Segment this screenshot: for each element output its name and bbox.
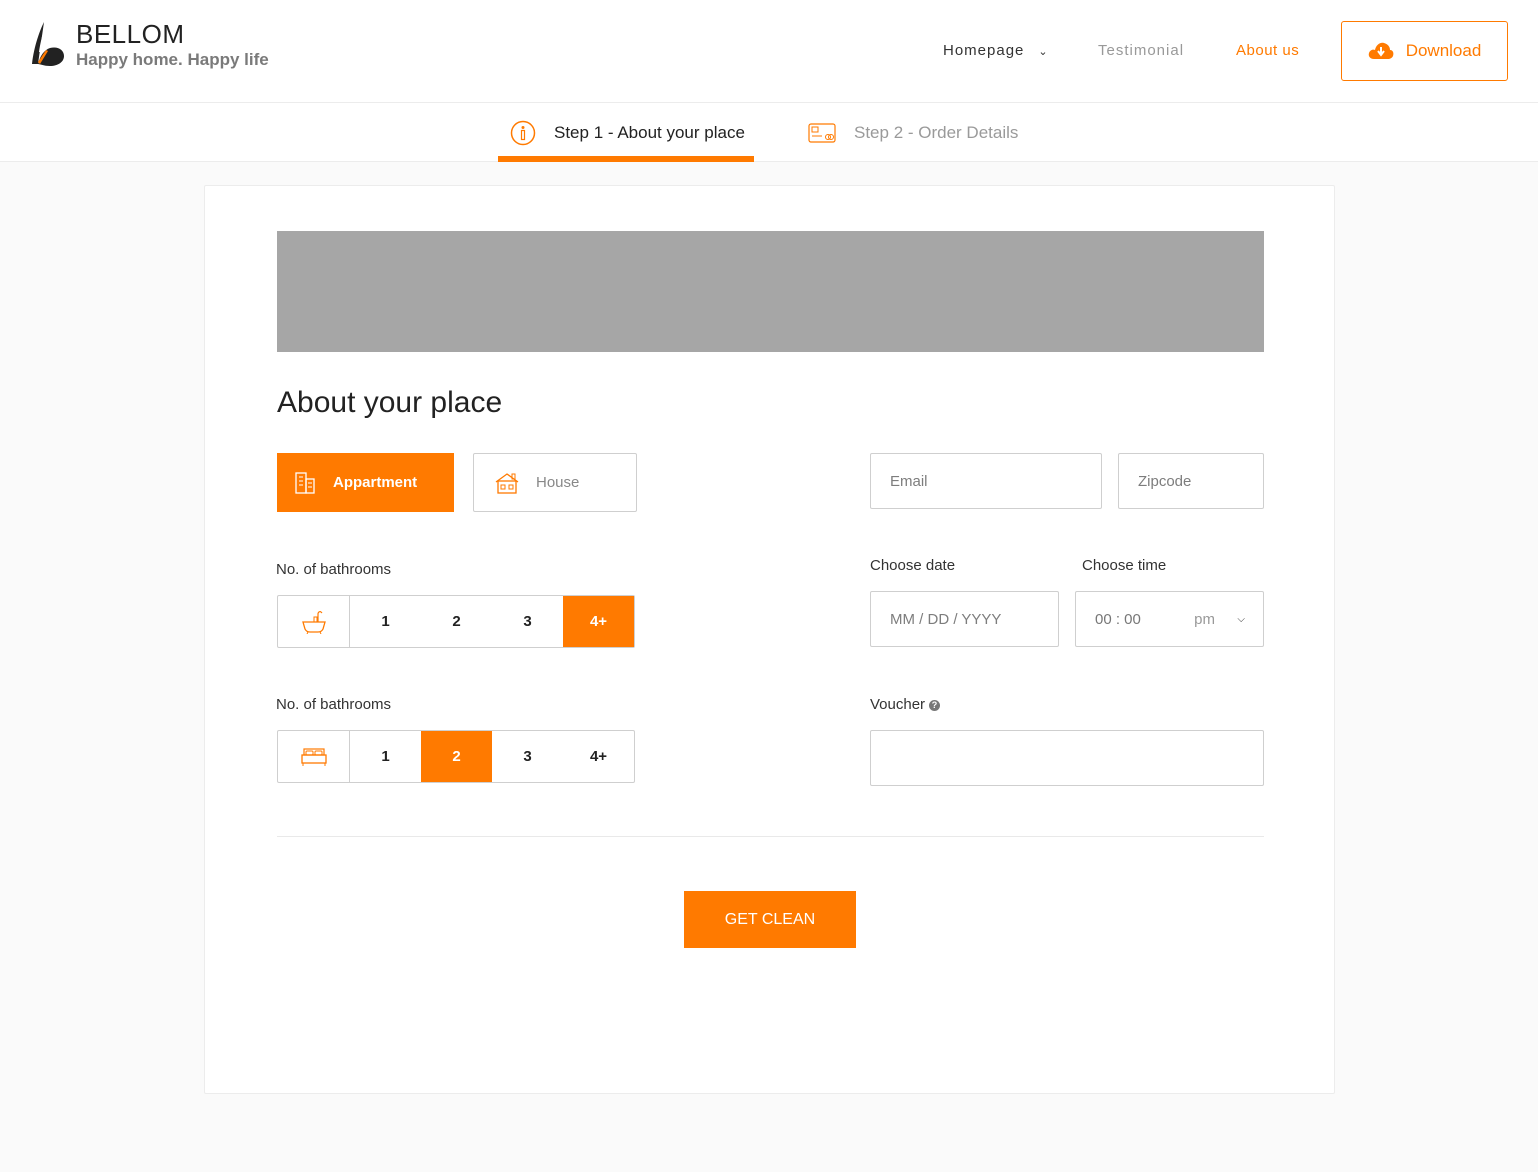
step-2-label: Step 2 - Order Details	[854, 122, 1019, 142]
page-title: About your place	[277, 386, 503, 419]
download-label: Download	[1405, 41, 1482, 60]
brand-tagline: Happy home. Happy life	[76, 50, 269, 69]
voucher-label-wrap: Voucher?	[870, 696, 941, 713]
active-step-indicator	[498, 156, 754, 162]
voucher-input[interactable]	[890, 731, 1263, 785]
cloud-download-icon	[1368, 42, 1394, 59]
bathrooms-label: No. of bathrooms	[276, 561, 392, 578]
email-input[interactable]	[890, 454, 1101, 508]
house-label: House	[536, 474, 580, 491]
bathrooms-option-2[interactable]: 2	[421, 596, 492, 647]
brand-name: BELLOM	[76, 19, 185, 49]
time-label: Choose time	[1082, 557, 1167, 574]
date-field[interactable]	[870, 591, 1059, 647]
building-icon	[295, 471, 315, 494]
logo[interactable]: BELLOM Happy home. Happy life	[30, 20, 269, 70]
bathrooms-selector: 1 2 3 4+	[277, 595, 635, 648]
nav-about-us[interactable]: About us	[1236, 42, 1299, 59]
bathrooms-option-3[interactable]: 3	[492, 596, 563, 647]
get-clean-button[interactable]: GET CLEAN	[684, 891, 856, 948]
step-1-label: Step 1 - About your place	[554, 122, 745, 142]
house-icon	[495, 472, 519, 494]
bedrooms-option-4-plus[interactable]: 4+	[563, 731, 634, 782]
help-icon[interactable]: ?	[929, 699, 941, 711]
bellom-logo-icon	[32, 22, 64, 66]
zipcode-input[interactable]	[1138, 454, 1263, 508]
email-field[interactable]	[870, 453, 1102, 509]
apartment-button[interactable]: Appartment	[277, 453, 454, 512]
bathrooms-option-4-plus[interactable]: 4+	[563, 596, 634, 647]
voucher-label: Voucher	[870, 696, 926, 713]
chevron-down-icon: ⌄	[1038, 46, 1049, 58]
time-ampm: pm	[1194, 610, 1215, 628]
nav-homepage[interactable]: Homepage ⌄	[943, 42, 1049, 59]
time-value: 00 : 00	[1095, 610, 1141, 628]
bedrooms-option-1[interactable]: 1	[350, 731, 421, 782]
nav-testimonial[interactable]: Testimonial	[1098, 42, 1184, 59]
bedrooms-label: No. of bathrooms	[276, 696, 392, 713]
apartment-label: Appartment	[333, 474, 418, 491]
steps-bar: Step 1 - About your place Step 2 - Order…	[0, 103, 1538, 162]
header: BELLOM Happy home. Happy life Homepage ⌄ …	[0, 0, 1538, 103]
date-input[interactable]	[890, 592, 1058, 646]
tab-step-2[interactable]: Step 2 - Order Details	[808, 103, 1018, 162]
bathrooms-option-1[interactable]: 1	[350, 596, 421, 647]
bed-icon	[278, 731, 350, 782]
bedrooms-selector: 1 2 3 4+	[277, 730, 635, 783]
info-icon	[510, 120, 536, 145]
nav-homepage-label: Homepage	[943, 42, 1025, 59]
form-card: About your place Appartment House No. of…	[204, 185, 1335, 1094]
chevron-down-icon: ⌵	[1237, 613, 1245, 625]
divider	[277, 836, 1264, 837]
bathtub-icon	[278, 596, 350, 647]
credit-card-icon	[808, 122, 836, 143]
zipcode-field[interactable]	[1118, 453, 1264, 509]
banner-image	[277, 231, 1264, 352]
tab-step-1[interactable]: Step 1 - About your place	[498, 103, 754, 162]
date-label: Choose date	[870, 557, 956, 574]
bedrooms-option-3[interactable]: 3	[492, 731, 563, 782]
house-button[interactable]: House	[473, 453, 637, 512]
download-button[interactable]: Download	[1341, 21, 1508, 81]
voucher-field[interactable]	[870, 730, 1264, 786]
time-select[interactable]: 00 : 00 pm ⌵	[1075, 591, 1264, 647]
bedrooms-option-2[interactable]: 2	[421, 731, 492, 782]
